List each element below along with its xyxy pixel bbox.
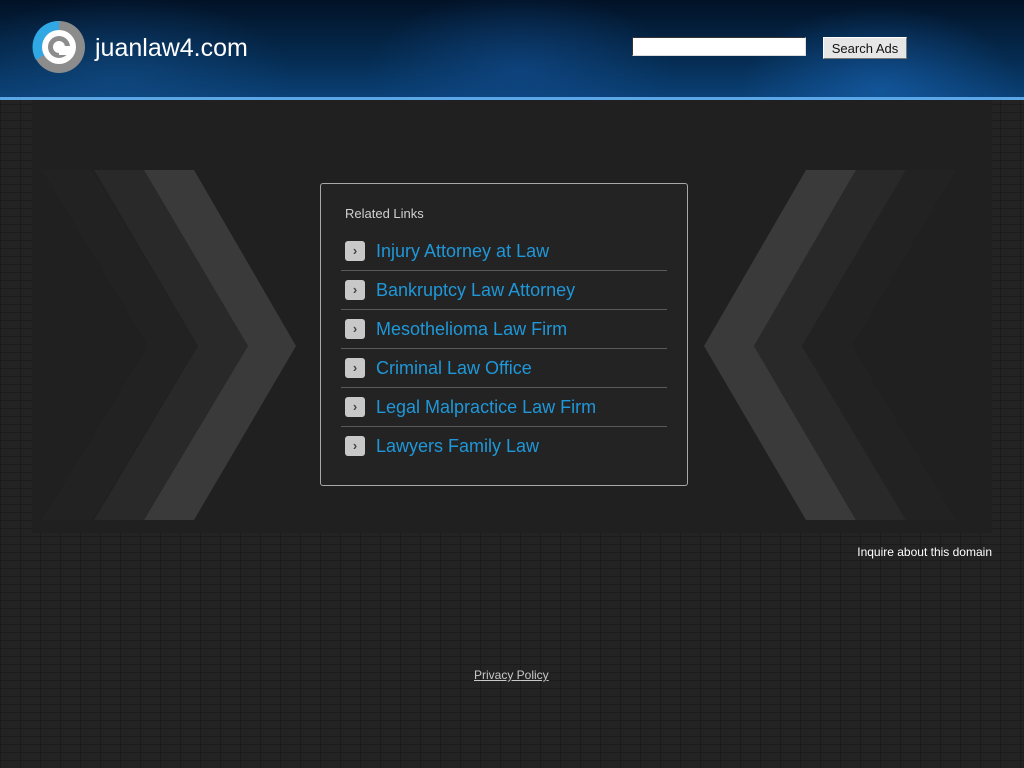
list-item[interactable]: › Criminal Law Office — [341, 349, 667, 388]
inquire-domain-link[interactable]: Inquire about this domain — [857, 545, 992, 559]
chevron-right-icon[interactable]: › — [345, 358, 365, 378]
related-link[interactable]: Criminal Law Office — [376, 358, 532, 379]
list-item[interactable]: › Mesothelioma Law Firm — [341, 310, 667, 349]
list-item[interactable]: › Legal Malpractice Law Firm — [341, 388, 667, 427]
chevron-right-icon[interactable]: › — [345, 241, 365, 261]
related-links-box: Related Links › Injury Attorney at Law ›… — [320, 183, 688, 486]
related-link[interactable]: Mesothelioma Law Firm — [376, 319, 567, 340]
related-link[interactable]: Legal Malpractice Law Firm — [376, 397, 596, 418]
site-header: juanlaw4.com Search Ads — [0, 0, 1024, 97]
related-link[interactable]: Injury Attorney at Law — [376, 241, 549, 262]
site-title: juanlaw4.com — [95, 34, 248, 62]
related-link[interactable]: Lawyers Family Law — [376, 436, 539, 457]
domain-logo-icon — [32, 20, 85, 73]
privacy-policy-link[interactable]: Privacy Policy — [474, 668, 549, 682]
related-link[interactable]: Bankruptcy Law Attorney — [376, 280, 575, 301]
chevron-right-icon[interactable]: › — [345, 280, 365, 300]
list-item[interactable]: › Lawyers Family Law — [341, 427, 667, 465]
chevron-right-icon[interactable]: › — [345, 436, 365, 456]
search-input[interactable] — [632, 37, 806, 56]
list-item[interactable]: › Injury Attorney at Law — [341, 232, 667, 271]
list-item[interactable]: › Bankruptcy Law Attorney — [341, 271, 667, 310]
related-links-heading: Related Links — [345, 206, 424, 221]
chevron-right-icon[interactable]: › — [345, 397, 365, 417]
related-links-list: › Injury Attorney at Law › Bankruptcy La… — [341, 232, 667, 465]
chevron-right-icon[interactable]: › — [345, 319, 365, 339]
search-ads-button[interactable]: Search Ads — [823, 37, 907, 59]
